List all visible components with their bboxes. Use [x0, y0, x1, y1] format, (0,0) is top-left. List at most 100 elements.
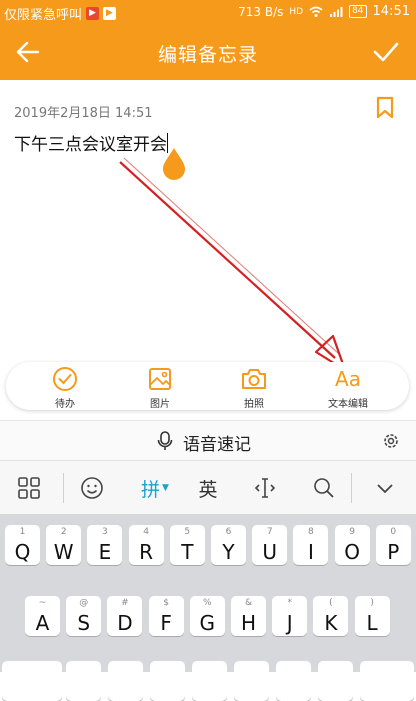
key-label: W — [53, 540, 74, 564]
bottom-key[interactable] — [360, 661, 414, 701]
key-secondary-label: % — [203, 598, 212, 608]
battery-icon: 84 — [349, 5, 367, 18]
key-p[interactable]: 0P — [375, 525, 411, 565]
pinyin-mode-button[interactable]: 拼 ▼ — [135, 475, 175, 501]
note-date: 2019年2月18日 14:51 — [14, 106, 153, 121]
emoji-button[interactable] — [79, 475, 105, 501]
keyboard-toolbar: 拼 ▼ 英 — [0, 460, 416, 515]
todo-button[interactable]: 待办 — [20, 366, 110, 410]
key-secondary-label: * — [287, 598, 292, 608]
key-label: Y — [222, 540, 235, 564]
hd-icon: HD — [289, 6, 304, 17]
key-secondary-label: $ — [163, 598, 169, 608]
english-mode-button[interactable]: 英 — [194, 475, 222, 501]
key-d[interactable]: # D — [107, 596, 143, 636]
bottom-key[interactable] — [108, 661, 143, 701]
keyboard-keys: 1Q2W3E4R5T6Y7U8I9O0P ~ A @ S # D $ F% G & H * J(K) L — [0, 514, 416, 701]
key-r[interactable]: 4R — [128, 525, 164, 565]
key-label: H — [240, 611, 257, 635]
key-secondary-label: 4 — [143, 527, 149, 537]
key-secondary-label: ) — [370, 598, 374, 608]
carrier-text: 仅限紧急呼叫 — [4, 8, 83, 23]
key-a[interactable]: ~ A — [25, 596, 60, 636]
key-f[interactable]: $ F — [148, 596, 184, 636]
dropdown-arrow-icon: ▼ — [162, 483, 169, 493]
key-label: G — [199, 611, 216, 635]
key-label: L — [366, 611, 378, 635]
key-t[interactable]: 5T — [169, 525, 205, 565]
text-format-button[interactable]: Aa 文本编辑 — [303, 366, 393, 410]
voice-memo-bar[interactable]: 语音速记 — [0, 420, 416, 461]
key-label: O — [344, 540, 360, 564]
camera-label: 拍照 — [244, 399, 264, 410]
notification-app-icon: ▶ — [86, 7, 100, 20]
key-secondary-label: ( — [329, 598, 333, 608]
bottom-key[interactable] — [276, 661, 311, 701]
bottom-key[interactable] — [192, 661, 227, 701]
bottom-key[interactable] — [150, 661, 185, 701]
key-secondary-label: ~ — [38, 598, 47, 608]
page-title: 编辑备忘录 — [157, 44, 258, 66]
network-speed: 713 B/s — [238, 4, 284, 19]
key-o[interactable]: 9O — [334, 525, 370, 565]
key-s[interactable]: @ S — [66, 596, 102, 636]
image-label: 图片 — [150, 399, 170, 410]
key-secondary-label: # — [121, 598, 129, 608]
key-label: I — [307, 540, 314, 564]
cursor-move-button[interactable] — [252, 475, 278, 501]
camera-button[interactable]: 拍照 — [209, 366, 299, 410]
key-label: R — [139, 540, 154, 564]
text-format-icon: Aa — [335, 367, 361, 391]
chevron-down-icon — [377, 484, 393, 494]
grid-menu-icon[interactable] — [16, 475, 42, 501]
key-label: D — [117, 611, 133, 635]
key-secondary-label: 8 — [308, 527, 314, 537]
note-toolbar: 待办 图片 拍照 Aa 文本编辑 — [6, 362, 409, 410]
bookmark-icon[interactable] — [375, 96, 395, 120]
app-bar: 编辑备忘录 — [0, 24, 416, 80]
note-content[interactable]: 下午三点会议室开会 — [14, 130, 168, 155]
key-label: K — [324, 611, 338, 635]
hide-keyboard-button[interactable] — [372, 475, 398, 501]
key-h[interactable]: & H — [231, 596, 266, 636]
image-button[interactable]: 图片 — [115, 366, 205, 410]
bottom-key[interactable] — [2, 661, 62, 701]
text-format-label: 文本编辑 — [328, 399, 368, 410]
status-bar: 仅限紧急呼叫 ▶ ▶ 713 B/s HD 84 14:51 — [0, 0, 416, 24]
key-g[interactable]: % G — [189, 596, 225, 636]
key-i[interactable]: 8I — [293, 525, 329, 565]
voice-memo-label: 语音速记 — [183, 435, 251, 455]
key-secondary-label: 3 — [102, 527, 108, 537]
key-secondary-label: 6 — [225, 527, 232, 537]
note-content-text: 下午三点会议室开会 — [14, 135, 167, 155]
gear-icon[interactable] — [382, 432, 400, 450]
search-button[interactable] — [311, 475, 337, 501]
toolbar-divider — [63, 473, 64, 503]
todo-label: 待办 — [55, 399, 75, 410]
key-secondary-label: & — [244, 598, 253, 608]
key-secondary-label: 7 — [266, 527, 273, 537]
key-label: A — [35, 611, 50, 635]
key-k[interactable]: (K — [313, 596, 349, 636]
check-icon[interactable] — [372, 38, 400, 66]
bottom-key[interactable] — [234, 661, 269, 701]
cursor-handle[interactable] — [161, 146, 187, 180]
key-j[interactable]: * J — [272, 596, 308, 636]
bottom-key[interactable] — [318, 661, 353, 701]
emoji-icon — [81, 477, 103, 499]
checkbox-icon — [53, 367, 77, 391]
wifi-icon — [309, 6, 323, 17]
key-y[interactable]: 6Y — [211, 525, 246, 565]
key-label: E — [98, 540, 112, 564]
key-u[interactable]: 7U — [252, 525, 288, 565]
key-l[interactable]: ) L — [354, 596, 390, 636]
key-secondary-label: 0 — [390, 527, 397, 537]
bottom-key[interactable] — [66, 661, 101, 701]
key-secondary-label: 9 — [349, 527, 355, 537]
key-q[interactable]: 1Q — [5, 525, 40, 565]
note-editor[interactable] — [0, 80, 416, 360]
key-e[interactable]: 3E — [87, 525, 123, 565]
key-w[interactable]: 2W — [46, 525, 82, 565]
key-secondary-label: 1 — [19, 527, 26, 537]
key-label: F — [160, 611, 172, 635]
